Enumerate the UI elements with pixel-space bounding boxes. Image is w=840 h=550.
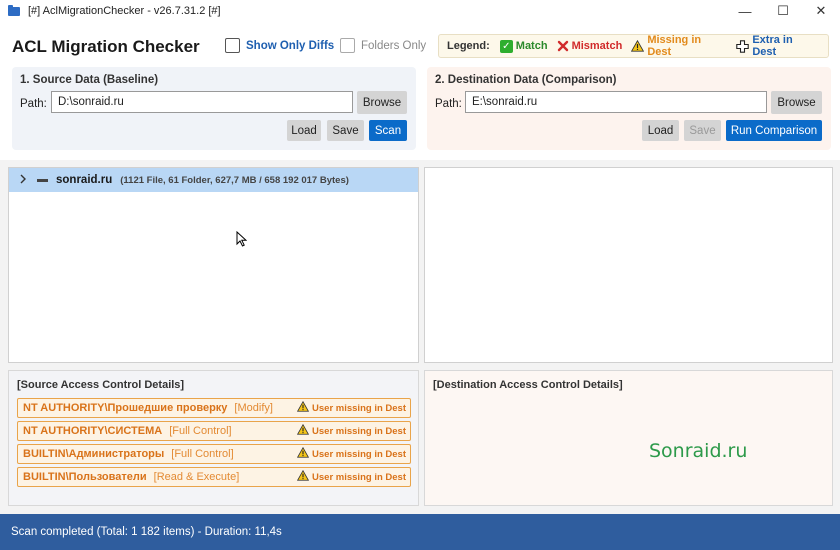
dest-details-title: [Destination Access Control Details] — [433, 379, 623, 391]
window-controls: — ☐ ✕ — [726, 0, 840, 22]
acl-permission: [Read & Execute] — [153, 471, 240, 483]
folders-only-checkbox[interactable]: Folders Only — [340, 38, 426, 53]
warning-icon — [296, 469, 310, 484]
watermark: Sonraid.ru — [649, 440, 748, 462]
legend-extra-text: Extra in Dest — [752, 34, 793, 58]
status-text: Scan completed (Total: 1 182 items) - Du… — [11, 526, 282, 538]
tree-root-name: sonraid.ru — [56, 174, 113, 186]
acl-status: User missing in Dest — [296, 400, 406, 415]
acl-status-text: User missing in Dest — [312, 448, 406, 460]
maximize-button[interactable]: ☐ — [764, 0, 802, 22]
folder-icon — [8, 4, 20, 16]
legend-match: ✓ Match — [499, 39, 548, 53]
tree-root-info: (1121 File, 61 Folder, 627,7 MB / 658 19… — [120, 174, 349, 186]
warning-icon — [296, 423, 310, 438]
dest-path-input[interactable] — [465, 91, 767, 113]
acl-principal: NT AUTHORITY\Прошедшие проверку — [23, 402, 228, 414]
acl-permission: [Full Control] — [169, 425, 232, 437]
acl-permission: [Modify] — [234, 402, 273, 414]
acl-status-text: User missing in Dest — [312, 425, 406, 437]
check-icon: ✓ — [499, 39, 513, 53]
legend-missing: Missing in Dest — [631, 34, 727, 58]
checkbox-box[interactable] — [340, 38, 355, 53]
show-only-diffs-label: Show Only Diffs — [246, 39, 335, 52]
acl-row[interactable]: BUILTIN\Администраторы [Full Control] Us… — [17, 444, 411, 464]
legend-mismatch-text: Mismatch — [571, 40, 623, 52]
app-title: ACL Migration Checker — [12, 37, 200, 56]
source-tree[interactable]: sonraid.ru (1121 File, 61 Folder, 627,7 … — [8, 167, 419, 363]
header: ACL Migration Checker Show Only Diffs Fo… — [0, 22, 840, 160]
minimize-button[interactable]: — — [726, 0, 764, 22]
acl-principal: NT AUTHORITY\СИСТЕМА — [23, 425, 163, 437]
window-title: [#] AclMigrationChecker - v26.7.31.2 [#] — [28, 5, 221, 17]
dest-panel: 2. Destination Data (Comparison) Path: B… — [427, 67, 831, 150]
warning-icon — [296, 446, 310, 461]
dest-tree[interactable] — [424, 167, 833, 363]
dest-details-panel: [Destination Access Control Details] Son… — [424, 370, 833, 506]
source-browse-button[interactable]: Browse — [357, 91, 407, 114]
acl-status: User missing in Dest — [296, 469, 406, 484]
close-button[interactable]: ✕ — [802, 0, 840, 22]
acl-principal: BUILTIN\Пользователи — [23, 471, 147, 483]
source-panel: 1. Source Data (Baseline) Path: Browse L… — [12, 67, 416, 150]
legend-missing-text: Missing in Dest — [647, 34, 702, 58]
title-bar: [#] AclMigrationChecker - v26.7.31.2 [#]… — [0, 0, 840, 22]
folders-only-label: Folders Only — [361, 39, 427, 52]
acl-status-text: User missing in Dest — [312, 402, 406, 414]
legend-extra: Extra in Dest — [736, 34, 819, 58]
dest-path-label: Path: — [435, 98, 462, 110]
acl-row[interactable]: NT AUTHORITY\Прошедшие проверку [Modify]… — [17, 398, 411, 418]
scan-button[interactable]: Scan — [369, 120, 407, 141]
warning-icon — [296, 400, 310, 415]
plus-icon — [736, 39, 750, 53]
acl-permission: [Full Control] — [171, 448, 234, 460]
show-only-diffs-checkbox[interactable]: Show Only Diffs — [225, 38, 334, 53]
dest-browse-button[interactable]: Browse — [771, 91, 822, 114]
source-path-input[interactable] — [51, 91, 353, 113]
status-bar: Scan completed (Total: 1 182 items) - Du… — [0, 514, 840, 550]
acl-principal: BUILTIN\Администраторы — [23, 448, 165, 460]
acl-row[interactable]: BUILTIN\Пользователи [Read & Execute] Us… — [17, 467, 411, 487]
warning-icon — [631, 40, 645, 52]
legend-label: Legend: — [447, 40, 490, 52]
legend-mismatch: Mismatch — [557, 40, 623, 52]
checkbox-box[interactable] — [225, 38, 240, 53]
acl-status: User missing in Dest — [296, 423, 406, 438]
source-load-button[interactable]: Load — [287, 120, 321, 141]
dest-save-button[interactable]: Save — [684, 120, 721, 141]
source-panel-title: 1. Source Data (Baseline) — [20, 74, 159, 86]
source-path-label: Path: — [20, 98, 47, 110]
acl-row[interactable]: NT AUTHORITY\СИСТЕМА [Full Control] User… — [17, 421, 411, 441]
dest-load-button[interactable]: Load — [642, 120, 679, 141]
acl-status-text: User missing in Dest — [312, 471, 406, 483]
mouse-cursor-icon — [236, 230, 248, 250]
legend-match-text: Match — [515, 40, 548, 52]
source-details-title: [Source Access Control Details] — [17, 379, 185, 391]
cross-icon — [557, 40, 569, 52]
acl-status: User missing in Dest — [296, 446, 406, 461]
source-details-panel: [Source Access Control Details] NT AUTHO… — [8, 370, 419, 506]
dest-panel-title: 2. Destination Data (Comparison) — [435, 74, 617, 86]
source-save-button[interactable]: Save — [327, 120, 364, 141]
tree-root-row[interactable]: sonraid.ru (1121 File, 61 Folder, 627,7 … — [9, 168, 418, 192]
status-none-icon — [37, 178, 48, 182]
run-comparison-button[interactable]: Run Comparison — [726, 120, 822, 141]
chevron-right-icon[interactable] — [19, 174, 27, 187]
legend: Legend: ✓ Match Mismatch Missing in Dest… — [438, 34, 829, 58]
